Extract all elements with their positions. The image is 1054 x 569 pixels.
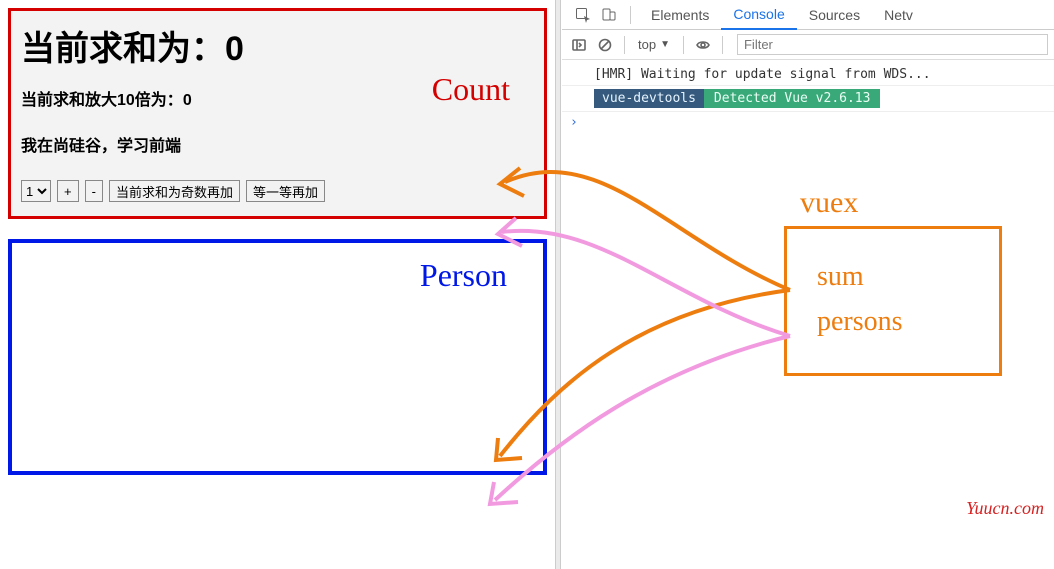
tab-network[interactable]: Netv <box>872 1 925 29</box>
toolbar-separator <box>722 36 723 54</box>
count-sum-value: 0 <box>225 30 244 68</box>
toolbar-separator <box>683 36 684 54</box>
odd-add-button[interactable]: 当前求和为奇数再加 <box>109 180 240 202</box>
toolbar-separator <box>624 36 625 54</box>
tab-separator <box>630 6 631 24</box>
eye-icon[interactable] <box>692 34 714 56</box>
console-sidebar-toggle-icon[interactable] <box>568 34 590 56</box>
count-controls: 1 + - 当前求和为奇数再加 等一等再加 <box>21 180 534 202</box>
count-component: 当前求和为：0 当前求和放大10倍为：0 我在尚硅谷，学习前端 Count 1 … <box>8 8 547 219</box>
wait-add-button[interactable]: 等一等再加 <box>246 180 325 202</box>
count-bigsum-value: 0 <box>183 92 192 109</box>
device-toggle-icon[interactable] <box>596 1 622 29</box>
split-divider[interactable] <box>555 0 561 569</box>
chevron-down-icon: ▼ <box>660 39 670 50</box>
watermark: Yuucn.com <box>966 498 1044 519</box>
tab-console[interactable]: Console <box>721 0 796 30</box>
tab-sources[interactable]: Sources <box>797 1 872 29</box>
console-toolbar: top ▼ <box>562 30 1054 60</box>
count-select[interactable]: 1 <box>21 180 51 202</box>
vue-detected-badge: Detected Vue v2.6.13 <box>704 89 881 108</box>
count-sum-title: 当前求和为：0 <box>21 21 534 70</box>
devtools-tabbar: Elements Console Sources Netv <box>562 0 1054 30</box>
person-annotation-label: Person <box>420 257 507 294</box>
execution-context-value: top <box>638 37 656 52</box>
vuex-store-box: sum persons <box>784 226 1002 376</box>
console-filter-input[interactable] <box>737 34 1048 55</box>
count-sum-label: 当前求和为： <box>21 30 225 68</box>
clear-console-icon[interactable] <box>594 34 616 56</box>
minus-button[interactable]: - <box>85 180 103 202</box>
console-prompt[interactable]: › <box>562 112 1054 133</box>
console-log-line: [HMR] Waiting for update signal from WDS… <box>562 64 1054 86</box>
inspect-element-icon[interactable] <box>570 1 596 29</box>
vuex-item-sum: sum <box>787 255 999 300</box>
plus-button[interactable]: + <box>57 180 79 202</box>
tab-elements[interactable]: Elements <box>639 1 721 29</box>
vue-devtools-badge: vue-devtools <box>594 89 704 108</box>
count-annotation-label: Count <box>432 71 510 108</box>
execution-context-select[interactable]: top ▼ <box>633 35 675 54</box>
console-body: [HMR] Waiting for update signal from WDS… <box>562 60 1054 137</box>
count-info-text: 我在尚硅谷，学习前端 <box>21 132 534 156</box>
count-bigsum-label: 当前求和放大10倍为： <box>21 92 183 109</box>
vuex-annotation-label: vuex <box>800 186 858 220</box>
console-badge-line: vue-devtoolsDetected Vue v2.6.13 <box>562 86 1054 112</box>
vuex-item-persons: persons <box>787 300 999 345</box>
person-component: Person <box>8 239 547 475</box>
